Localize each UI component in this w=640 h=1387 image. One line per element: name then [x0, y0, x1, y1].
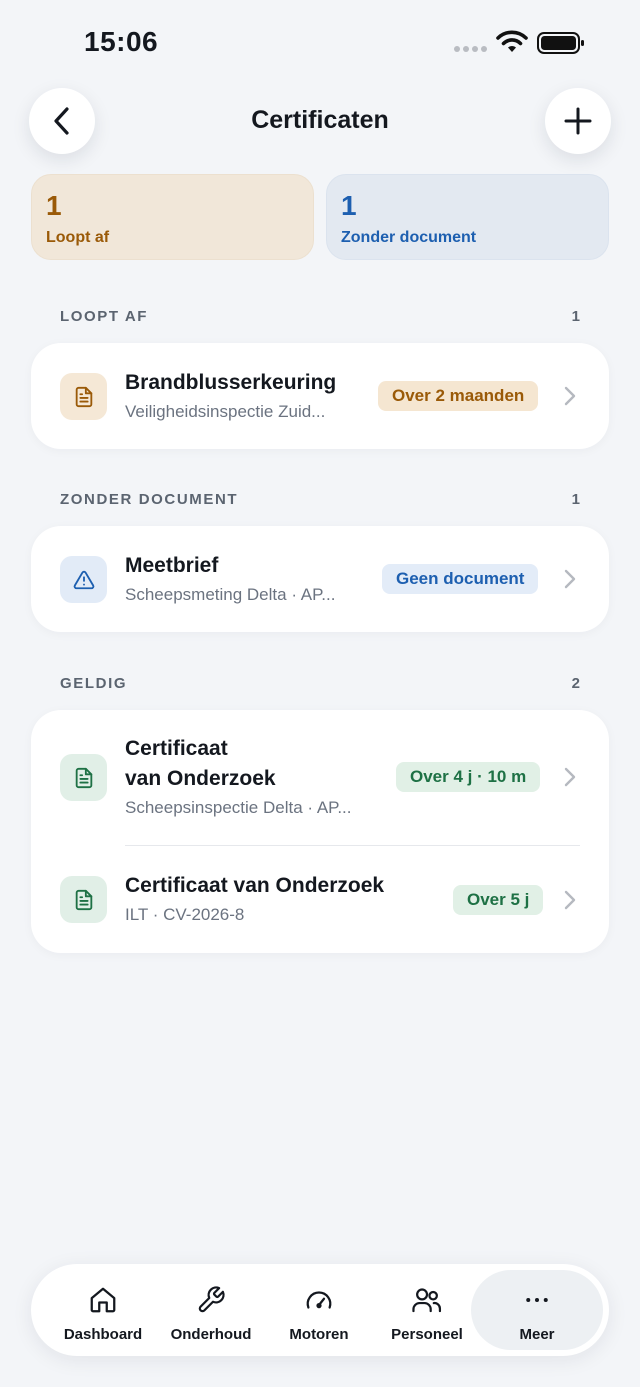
warning-icon: [60, 556, 107, 603]
section-title: LOOPT AF: [60, 308, 149, 325]
document-icon: [60, 876, 107, 923]
chevron-right-icon: [564, 767, 576, 787]
more-icon: [522, 1284, 552, 1316]
certificate-title-line2: van Onderzoek: [125, 767, 276, 790]
section-card-no-document: Meetbrief Scheepsmeting Delta · AP... Ge…: [31, 526, 609, 632]
document-icon: [60, 754, 107, 801]
summary-no-document-count: 1: [341, 190, 357, 221]
summary-expiring-label: Loopt af: [46, 229, 110, 246]
chevron-right-icon: [564, 569, 576, 589]
certificate-subtitle: ILT · CV-2026-8: [125, 905, 245, 924]
certificate-title: Meetbrief: [125, 554, 219, 577]
section-card-valid: Certificaat van Onderzoek Scheepsinspect…: [31, 710, 609, 953]
wifi-icon: [496, 30, 528, 52]
chevron-right-icon: [564, 890, 576, 910]
tab-bar: Dashboard Onderhoud Motoren Personeel Me…: [31, 1264, 609, 1356]
certificate-title: Brandblusserkeuring: [125, 371, 337, 394]
tab-meer[interactable]: Meer: [471, 1270, 603, 1350]
expiry-badge: Over 2 maanden: [378, 381, 539, 411]
people-icon: [411, 1284, 443, 1316]
add-certificate-button[interactable]: [545, 88, 611, 154]
summary-no-document-label: Zonder document: [341, 229, 477, 246]
certificate-title: Certificaat van Onderzoek: [125, 874, 385, 897]
tab-motoren[interactable]: Motoren: [265, 1264, 373, 1356]
summary-no-document-card[interactable]: 1 Zonder document: [326, 174, 609, 260]
summary-expiring-card[interactable]: 1 Loopt af: [31, 174, 314, 260]
tab-label: Personeel: [391, 1326, 463, 1343]
section-count: 2: [571, 675, 580, 692]
certificate-row[interactable]: Certificaat van Onderzoek Scheepsinspect…: [31, 710, 609, 845]
certificate-row[interactable]: Certificaat van Onderzoek ILT · CV-2026-…: [31, 846, 609, 953]
summary-expiring-count: 1: [46, 190, 62, 221]
section-header-expiring: LOOPT AF 1: [60, 308, 580, 325]
no-document-badge: Geen document: [382, 564, 539, 594]
section-count: 1: [571, 491, 580, 508]
certificate-row[interactable]: Meetbrief Scheepsmeting Delta · AP... Ge…: [31, 526, 609, 632]
status-time: 15:06: [84, 26, 159, 57]
tab-label: Meer: [519, 1326, 555, 1343]
section-title: GELDIG: [60, 675, 128, 692]
certificate-row[interactable]: Brandblusserkeuring Veiligheidsinspectie…: [31, 343, 609, 449]
page-title: Certificaten: [251, 106, 389, 134]
certificate-title-line1: Certificaat: [125, 737, 228, 760]
wrench-icon: [196, 1284, 226, 1316]
expiry-badge: Over 5 j: [453, 885, 544, 915]
tab-label: Onderhoud: [170, 1326, 252, 1343]
section-title: ZONDER DOCUMENT: [60, 491, 239, 508]
expiry-badge: Over 4 j · 10 m: [396, 762, 541, 792]
home-icon: [88, 1284, 118, 1316]
chevron-right-icon: [564, 386, 576, 406]
gauge-icon: [304, 1284, 334, 1316]
section-card-expiring: Brandblusserkeuring Veiligheidsinspectie…: [31, 343, 609, 449]
section-header-valid: GELDIG 2: [60, 675, 580, 692]
tab-personeel[interactable]: Personeel: [373, 1264, 481, 1356]
certificate-subtitle: Scheepsmeting Delta · AP...: [125, 585, 336, 604]
plus-icon: [564, 107, 592, 135]
certificate-subtitle: Veiligheidsinspectie Zuid...: [125, 402, 326, 421]
cellular-signal-icon: [454, 46, 487, 52]
document-icon: [60, 373, 107, 420]
battery-icon: [537, 32, 584, 54]
certificate-subtitle: Scheepsinspectie Delta · AP...: [125, 798, 352, 817]
tab-label: Dashboard: [63, 1326, 143, 1343]
tab-dashboard[interactable]: Dashboard: [49, 1264, 157, 1356]
tab-onderhoud[interactable]: Onderhoud: [157, 1264, 265, 1356]
section-count: 1: [571, 308, 580, 325]
tab-label: Motoren: [289, 1326, 349, 1343]
status-bar: 15:06: [0, 0, 640, 88]
section-header-no-document: ZONDER DOCUMENT 1: [60, 491, 580, 508]
